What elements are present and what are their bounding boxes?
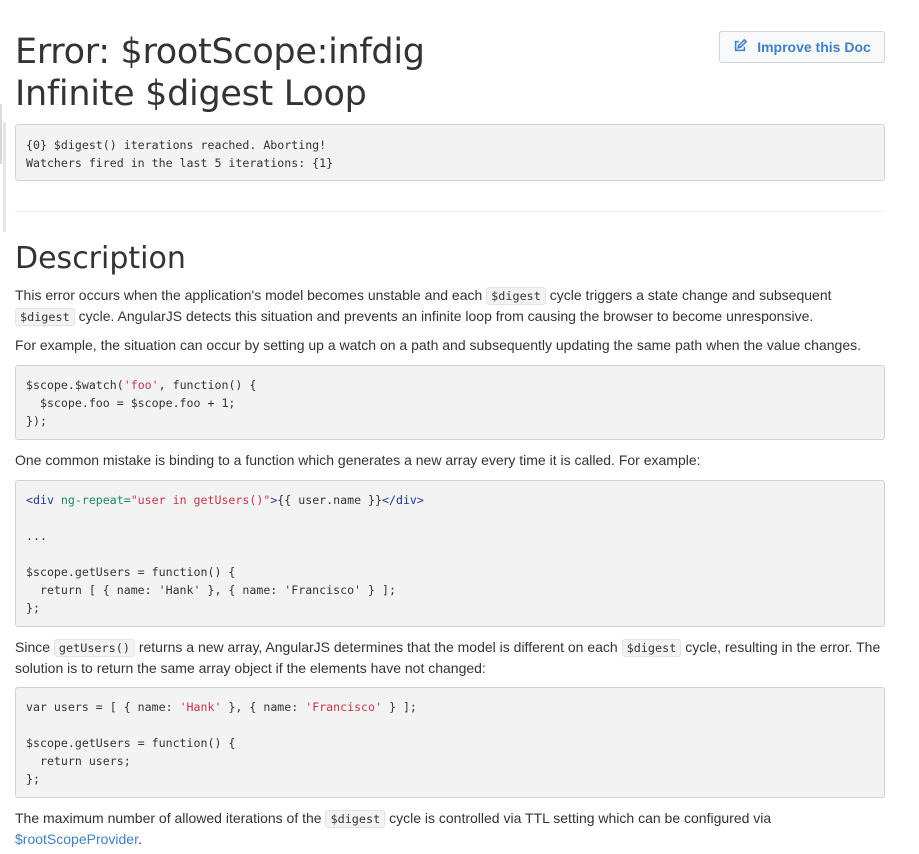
inline-code-getusers: getUsers() (53, 639, 135, 657)
inline-code-digest: $digest (486, 287, 546, 305)
code2-line7: }; (26, 601, 40, 615)
p1-text-3: cycle. AngularJS detects this situation … (74, 308, 814, 324)
inline-code-digest: $digest (15, 308, 75, 326)
pencil-square-icon (733, 38, 748, 56)
description-paragraph-2: For example, the situation can occur by … (15, 337, 861, 353)
p4-text-2: returns a new array, AngularJS determine… (134, 639, 622, 655)
p4-text-1: Since (15, 639, 54, 655)
error-line-1: {0} $digest() iterations reached. Aborti… (26, 138, 327, 152)
code-example-watch: $scope.$watch('foo', function() { $scope… (15, 365, 885, 440)
code3-line1-a: var users = [ { name: (26, 700, 180, 714)
code1-line3: }); (26, 414, 47, 428)
code-example-fix: var users = [ { name: 'Hank' }, { name: … (15, 687, 885, 798)
code2-ellipsis: ... (26, 529, 47, 543)
code3-string-francisco: 'Francisco' (305, 700, 382, 714)
description-heading: Description (15, 241, 186, 276)
title-line-2: Infinite $digest Loop (15, 74, 367, 114)
inline-code-digest: $digest (621, 639, 682, 657)
inline-code-digest: $digest (325, 810, 386, 828)
code2-attr: ng-repeat= (53, 493, 131, 507)
code2-line5: $scope.getUsers = function() { (26, 565, 236, 579)
code2-line6: return [ { name: 'Hank' }, { name: 'Fran… (26, 583, 396, 597)
description-paragraph-1: This error occurs when the application's… (15, 285, 885, 327)
code3-line1-c: } ]; (382, 700, 417, 714)
code3-line3: $scope.getUsers = function() { (26, 736, 236, 750)
code1-line1-b: , function() { (158, 378, 257, 392)
p5-text-3: . (137, 831, 142, 847)
page-title: Error: $rootScope:infdig Infinite $diges… (15, 31, 425, 115)
code3-line1-b: }, { name: (221, 700, 306, 714)
p1-text-2: cycle triggers a state change and subseq… (545, 287, 832, 303)
code1-line2: $scope.foo = $scope.foo + 1; (26, 396, 236, 410)
rootscopeprovider-link[interactable]: $rootScopeProvider (15, 831, 138, 847)
code2-interpolation: {{ user.name }} (277, 493, 382, 507)
p1-text-1: This error occurs when the application's… (15, 287, 487, 303)
description-paragraph-5: The maximum number of allowed iterations… (15, 808, 885, 849)
code3-line5: }; (26, 772, 40, 786)
left-border-rule (0, 104, 2, 164)
p5-text-1: The maximum number of allowed iterations… (15, 810, 326, 826)
left-border-rule-secondary (3, 122, 6, 232)
improve-doc-label: Improve this Doc (757, 39, 871, 55)
divider (15, 211, 885, 212)
code1-line1-a: $scope.$watch( (26, 378, 124, 392)
p5-text-2: cycle is controlled via TTL setting whic… (385, 810, 772, 826)
error-line-2: Watchers fired in the last 5 iterations:… (26, 156, 334, 170)
error-message-block: {0} $digest() iterations reached. Aborti… (15, 124, 885, 181)
code3-string-hank: 'Hank' (179, 700, 222, 714)
code-example-ng-repeat: <div ng-repeat="user in getUsers()">{{ u… (15, 480, 885, 627)
code3-line4: return users; (26, 754, 131, 768)
improve-doc-button[interactable]: Improve this Doc (719, 31, 885, 63)
description-paragraph-3: One common mistake is binding to a funct… (15, 452, 701, 468)
code2-tag-close: </div> (382, 493, 424, 507)
code2-attr-value: "user in getUsers()" (130, 493, 271, 507)
code1-line1-string: 'foo' (123, 378, 159, 392)
code2-tag-open: <div (26, 493, 54, 507)
title-line-1: Error: $rootScope:infdig (15, 32, 425, 72)
description-paragraph-4: Since getUsers() returns a new array, An… (15, 637, 885, 678)
